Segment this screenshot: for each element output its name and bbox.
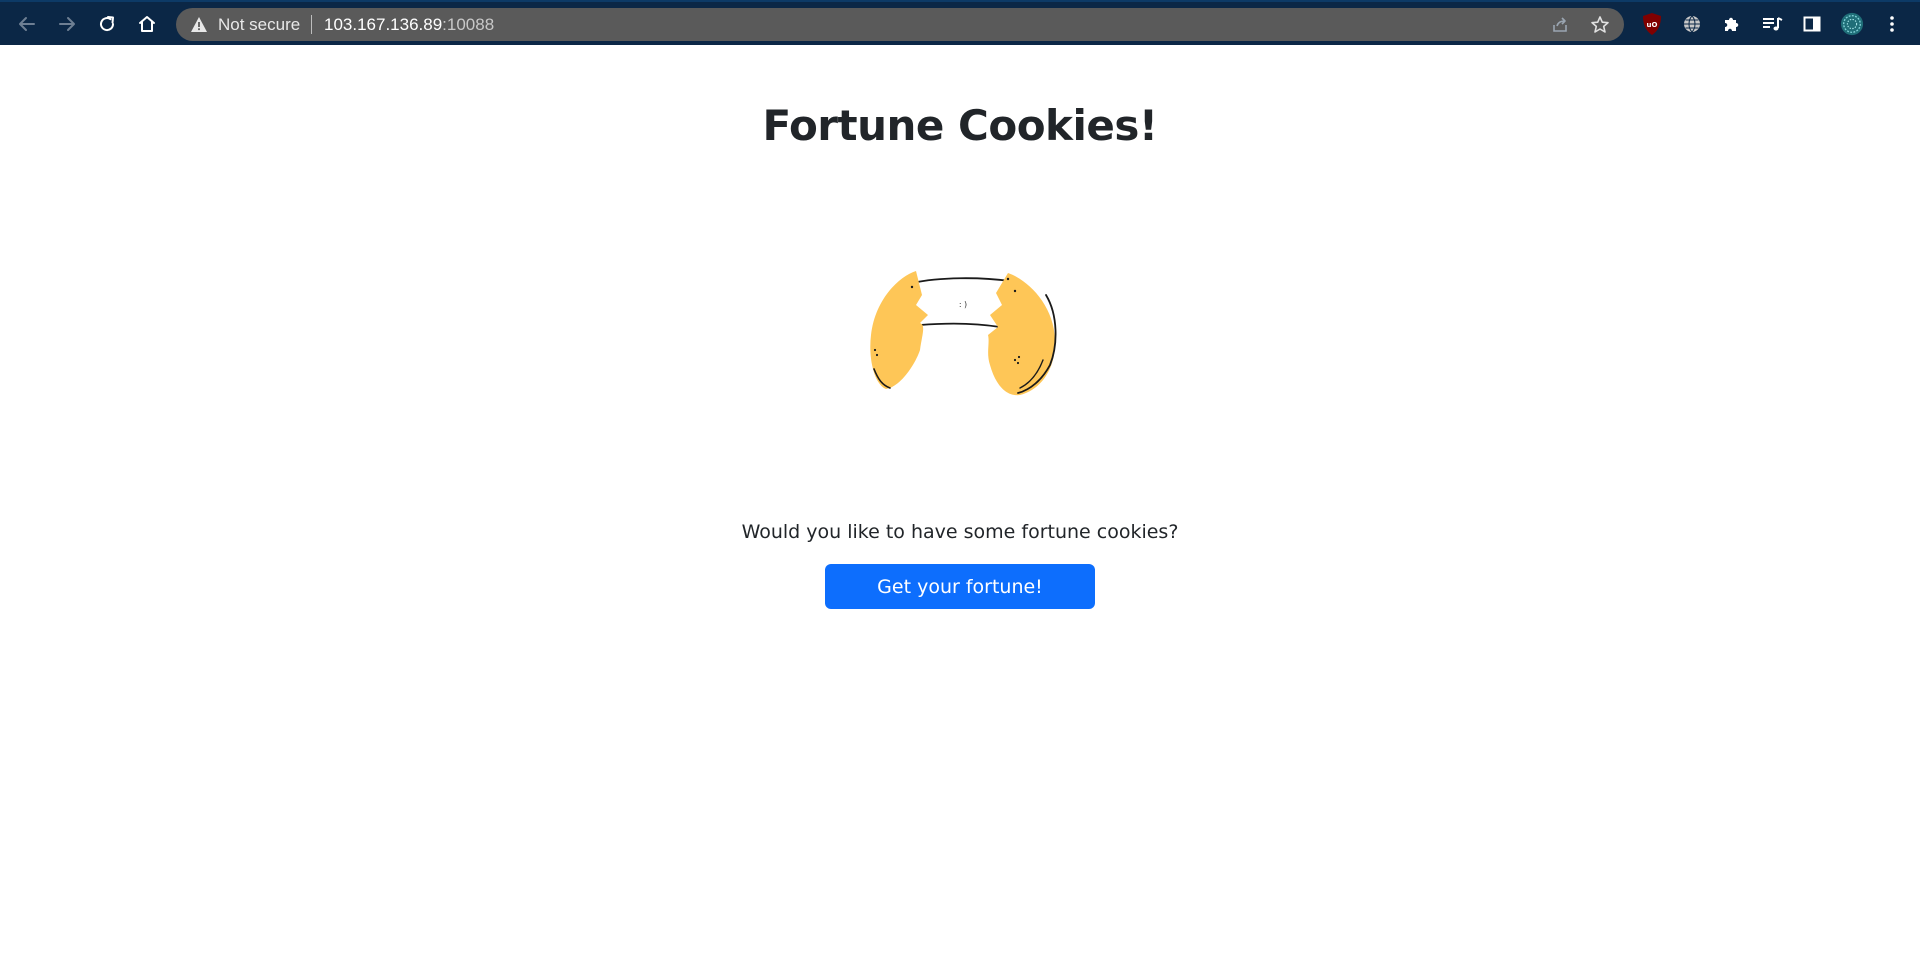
media-controls-button[interactable] — [1760, 12, 1784, 36]
playlist-icon — [1763, 17, 1783, 31]
home-button[interactable] — [132, 9, 162, 39]
forward-button[interactable] — [52, 9, 82, 39]
fortune-cookie-illustration: : ) — [870, 271, 1057, 396]
ublock-shield-icon: uO — [1643, 13, 1661, 35]
back-arrow-icon — [19, 17, 35, 31]
browser-menu-button[interactable] — [1880, 12, 1904, 36]
profile-button[interactable] — [1840, 12, 1864, 36]
svg-text:uO: uO — [1647, 21, 1658, 29]
reload-button[interactable] — [92, 9, 122, 39]
url-host: 103.167.136.89 — [324, 15, 443, 34]
share-icon — [1553, 17, 1567, 32]
ublock-extension-button[interactable]: uO — [1640, 12, 1664, 36]
url-port: :10088 — [442, 15, 495, 34]
page-title: Fortune Cookies! — [762, 101, 1158, 150]
avatar-icon — [1840, 12, 1864, 36]
reload-icon — [100, 16, 115, 32]
fortune-message: : ) — [959, 300, 967, 309]
get-fortune-button[interactable]: Get your fortune! — [825, 564, 1095, 609]
browser-toolbar: Not secure 103.167.136.89:10088 uO — [0, 0, 1920, 45]
extensions-button[interactable] — [1720, 12, 1744, 36]
globe-icon — [1684, 15, 1700, 33]
globe-extension-button[interactable] — [1680, 12, 1704, 36]
forward-arrow-icon — [59, 17, 75, 31]
page-content: Fortune Cookies! : ) Would you like to h… — [0, 45, 1920, 973]
back-button[interactable] — [12, 9, 42, 39]
url-text[interactable]: 103.167.136.89:10088 — [324, 15, 494, 35]
warning-triangle-icon — [191, 17, 207, 32]
kebab-menu-icon — [1890, 16, 1894, 32]
address-bar[interactable]: Not secure 103.167.136.89:10088 — [176, 8, 1624, 41]
share-button[interactable] — [1549, 14, 1571, 36]
security-label[interactable]: Not secure — [218, 15, 300, 35]
omnibox-divider — [311, 15, 312, 34]
home-icon — [139, 16, 155, 32]
bookmark-button[interactable] — [1589, 14, 1611, 36]
star-icon — [1591, 16, 1609, 33]
side-panel-icon — [1803, 16, 1821, 32]
side-panel-button[interactable] — [1800, 12, 1824, 36]
prompt-text: Would you like to have some fortune cook… — [741, 521, 1179, 543]
puzzle-icon — [1725, 17, 1739, 31]
